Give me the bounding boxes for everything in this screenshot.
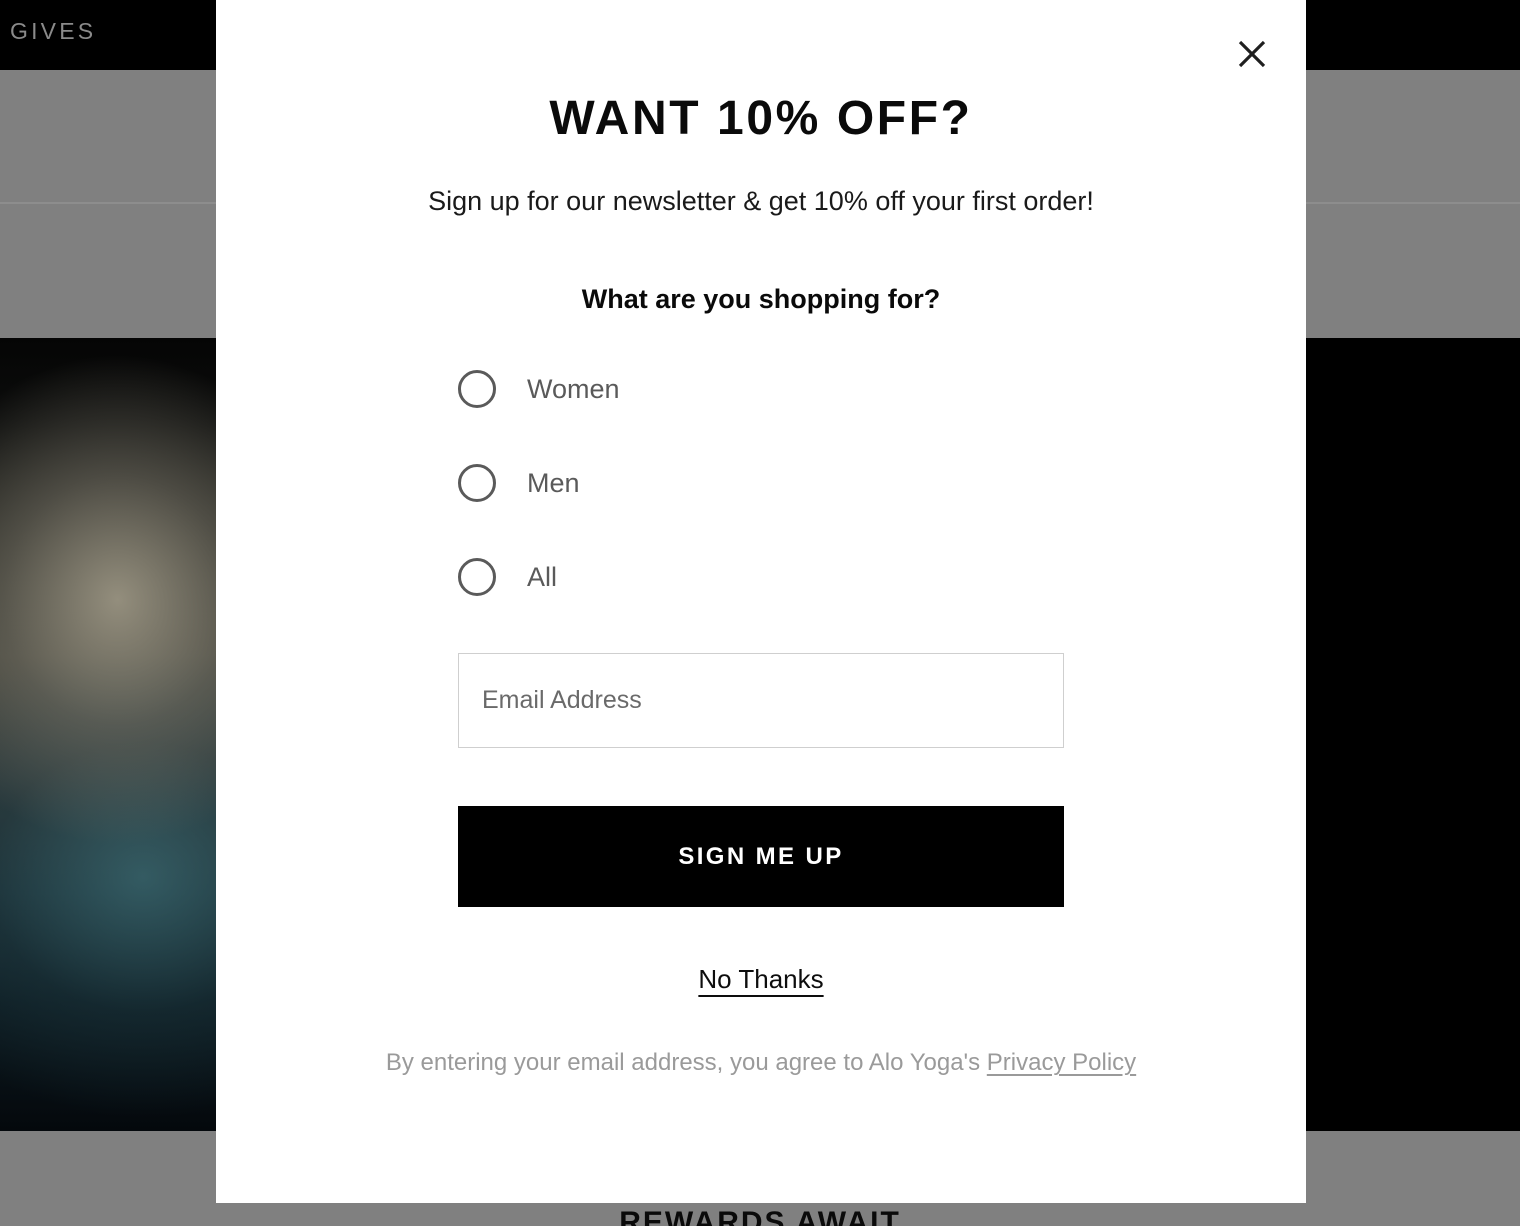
modal-content: WANT 10% OFF? Sign up for our newsletter… (216, 0, 1306, 1077)
modal-subheading: Sign up for our newsletter & get 10% off… (428, 186, 1094, 216)
shopping-preference-question: What are you shopping for? (581, 283, 941, 314)
background-top-bar-label: GIVES (10, 18, 97, 44)
radio-circle-icon (458, 464, 496, 503)
sign-me-up-button[interactable]: SIGN ME UP (458, 806, 1064, 908)
legal-disclaimer: By entering your email address, you agre… (386, 1049, 1136, 1077)
radio-option-men[interactable]: Men (458, 456, 1064, 510)
privacy-policy-link[interactable]: Privacy Policy (987, 1049, 1136, 1076)
legal-disclaimer-text: By entering your email address, you agre… (385, 1049, 987, 1077)
radio-label-men: Men (527, 467, 580, 498)
radio-circle-icon (458, 370, 496, 409)
radio-option-women[interactable]: Women (458, 362, 1064, 416)
radio-label-women: Women (527, 373, 620, 404)
newsletter-signup-modal: WANT 10% OFF? Sign up for our newsletter… (216, 0, 1306, 1203)
radio-option-all[interactable]: All (458, 550, 1064, 604)
page-title: WANT 10% OFF? (549, 92, 973, 145)
radio-circle-icon (458, 558, 496, 597)
email-field[interactable] (458, 653, 1064, 749)
page-root: GIVES CESSORIES B ALO GIVES CTION MINDFU… (0, 0, 1520, 1226)
no-thanks-button[interactable]: No Thanks (698, 964, 823, 995)
background-rewards-banner: REWARDS AWAIT (619, 1206, 901, 1226)
shopping-preference-radio-group: Women Men All (216, 362, 1306, 604)
radio-label-all: All (527, 561, 558, 592)
